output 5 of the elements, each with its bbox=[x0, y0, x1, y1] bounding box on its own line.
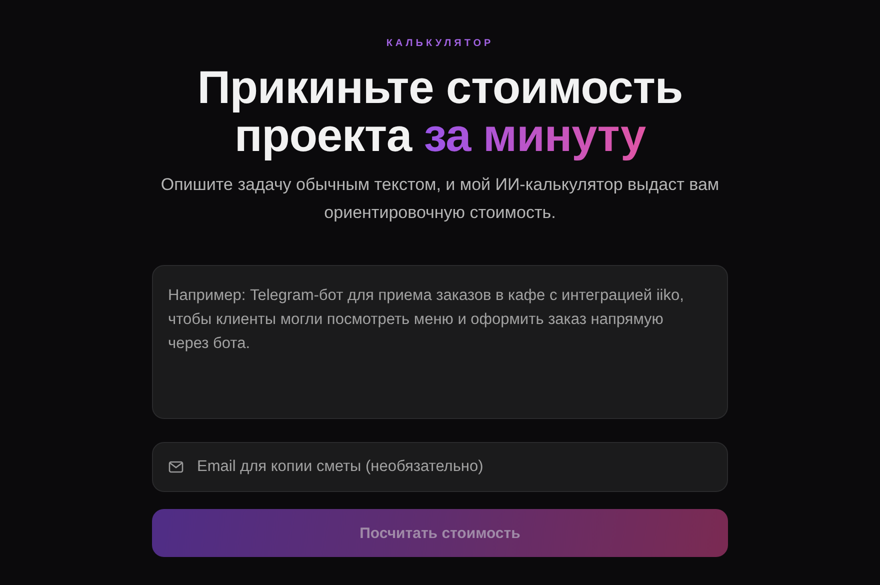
subtitle: Опишите задачу обычным текстом, и мой ИИ-калькулятор выдаст вам ориентировочную стоимость. bbox=[160, 174, 720, 224]
description-field[interactable]: Например: Telegram-бот для приема заказов в кафе с интеграцией iiko, чтобы клиенты могли посмотреть меню и оформить заказ напрямую через бота. bbox=[152, 265, 728, 419]
section-label: КАЛЬКУЛЯТОР bbox=[386, 38, 494, 49]
page-heading: Прикиньте стоимость проекта за минуту bbox=[196, 63, 684, 159]
email-field[interactable]: Email для копии сметы (необязательно) bbox=[152, 442, 728, 492]
